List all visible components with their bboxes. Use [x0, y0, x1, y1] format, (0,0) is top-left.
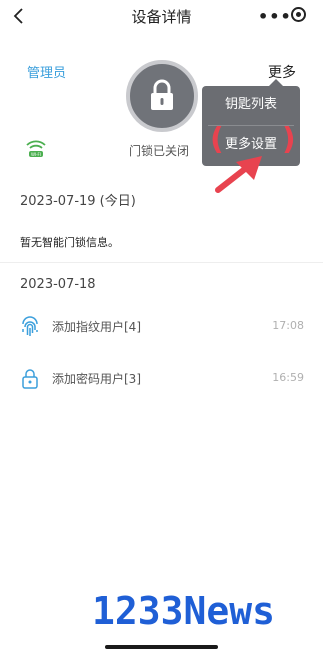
- home-indicator: [105, 645, 218, 649]
- annotation-arrow-icon: [215, 156, 262, 193]
- log-record-text: 添加指纹用户[4]: [52, 320, 141, 334]
- watermark-logo: 1233News: [92, 589, 275, 632]
- log-record-time: 16:59: [272, 371, 304, 384]
- close-miniprogram-icon[interactable]: [291, 7, 306, 22]
- lock-status-text: 门锁已关闭: [129, 144, 190, 158]
- admin-link[interactable]: 管理员: [27, 62, 66, 81]
- svg-text:WI-FI: WI-FI: [31, 152, 41, 157]
- wifi-icon: WI-FI: [26, 140, 46, 157]
- watermark-text: 1233News: [92, 589, 275, 632]
- fingerprint-icon: [22, 316, 38, 336]
- more-options-icon[interactable]: •••: [258, 7, 292, 26]
- password-lock-icon: [22, 369, 38, 389]
- lock-status-button[interactable]: [126, 60, 198, 132]
- padlock-icon: [151, 79, 173, 110]
- log-date-today: 2023-07-19 (今日): [20, 194, 136, 209]
- log-record: 添加密码用户[3] 16:59: [0, 368, 323, 408]
- menu-item-key-list[interactable]: 钥匙列表: [202, 86, 300, 124]
- annotation-right-paren: ): [282, 122, 296, 157]
- log-record-time: 17:08: [272, 319, 304, 332]
- nav-bar: 设备详情 •••: [0, 0, 323, 34]
- log-record: 添加指纹用户[4] 17:08: [0, 316, 323, 356]
- section-divider: [0, 262, 323, 263]
- no-info-notice: 暂无智能门锁信息。: [20, 236, 119, 249]
- log-record-text: 添加密码用户[3]: [52, 372, 141, 386]
- log-date: 2023-07-18: [20, 277, 96, 292]
